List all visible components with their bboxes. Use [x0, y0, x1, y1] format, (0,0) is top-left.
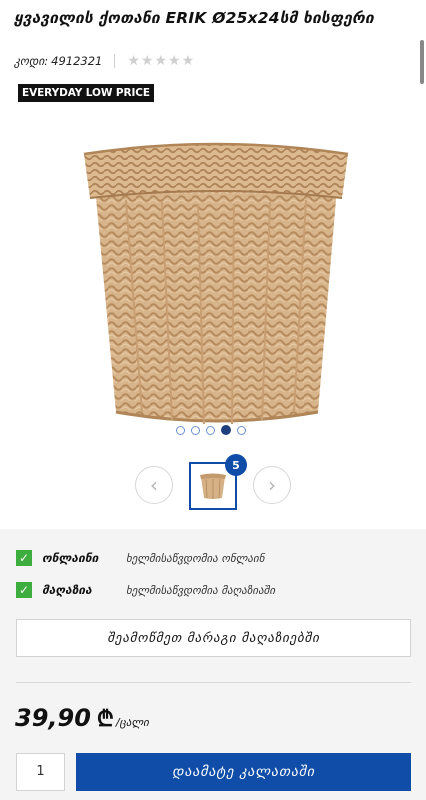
- price-value: 39,90: [15, 704, 91, 732]
- star-icon: ★: [181, 53, 195, 69]
- gallery-prev-button[interactable]: ‹: [135, 466, 173, 504]
- check-icon: ✓: [16, 582, 32, 598]
- product-image[interactable]: [80, 140, 352, 428]
- gallery-dot-active[interactable]: [221, 425, 231, 435]
- product-code-label: კოდი:: [14, 54, 49, 68]
- chevron-right-icon: ›: [268, 473, 276, 497]
- product-meta: კოდი: 4912321 ★ ★ ★ ★ ★: [14, 52, 194, 70]
- gallery-count-badge: 5: [225, 454, 247, 476]
- star-icon: ★: [140, 53, 154, 69]
- currency-symbol: ₾: [96, 707, 114, 732]
- gallery-pagination: [176, 425, 246, 435]
- star-icon: ★: [154, 53, 168, 69]
- gallery-dot[interactable]: [176, 425, 185, 435]
- everyday-low-price-badge: EVERYDAY LOW PRICE: [18, 84, 154, 102]
- availability-label: მაღაზია: [42, 583, 92, 597]
- gallery-dot[interactable]: [237, 425, 246, 435]
- availability-store-row: ✓ მაღაზია ხელმისაწვდომია მაღაზიაში: [16, 581, 275, 599]
- gallery-dot[interactable]: [206, 425, 215, 435]
- star-icon: ★: [127, 53, 140, 69]
- availability-status: ხელმისაწვდომია ონლაინ: [126, 551, 265, 565]
- star-icon: ★: [168, 53, 181, 69]
- price-unit: /ცალი: [115, 716, 149, 729]
- product-title: ყვავილის ქოთანი ERIK Ø25x24სმ ხისფერი: [14, 9, 374, 27]
- meta-divider: [114, 54, 116, 68]
- availability-label: ონლაინი: [42, 551, 99, 565]
- scrollbar-thumb[interactable]: [420, 40, 424, 84]
- product-code-value: 4912321: [51, 54, 103, 68]
- availability-online-row: ✓ ონლაინი ხელმისაწვდომია ონლაინ: [16, 549, 264, 567]
- basket-thumbnail-icon: [200, 473, 226, 499]
- availability-status: ხელმისაწვდომია მაღაზიაში: [126, 583, 276, 597]
- chevron-left-icon: ‹: [150, 473, 158, 497]
- check-stock-in-stores-button[interactable]: შეამოწმეთ მარაგი მაღაზიებში: [16, 619, 411, 657]
- quantity-input[interactable]: 1: [16, 753, 65, 791]
- add-to-cart-button[interactable]: დაამატე კალათაში: [76, 753, 411, 791]
- price: 39,90 ₾ /ცალი: [15, 703, 149, 733]
- gallery-next-button[interactable]: ›: [253, 466, 291, 504]
- check-icon: ✓: [16, 550, 32, 566]
- gallery-dot[interactable]: [191, 425, 200, 435]
- divider: [16, 682, 411, 683]
- rating-stars[interactable]: ★ ★ ★ ★ ★: [127, 54, 194, 68]
